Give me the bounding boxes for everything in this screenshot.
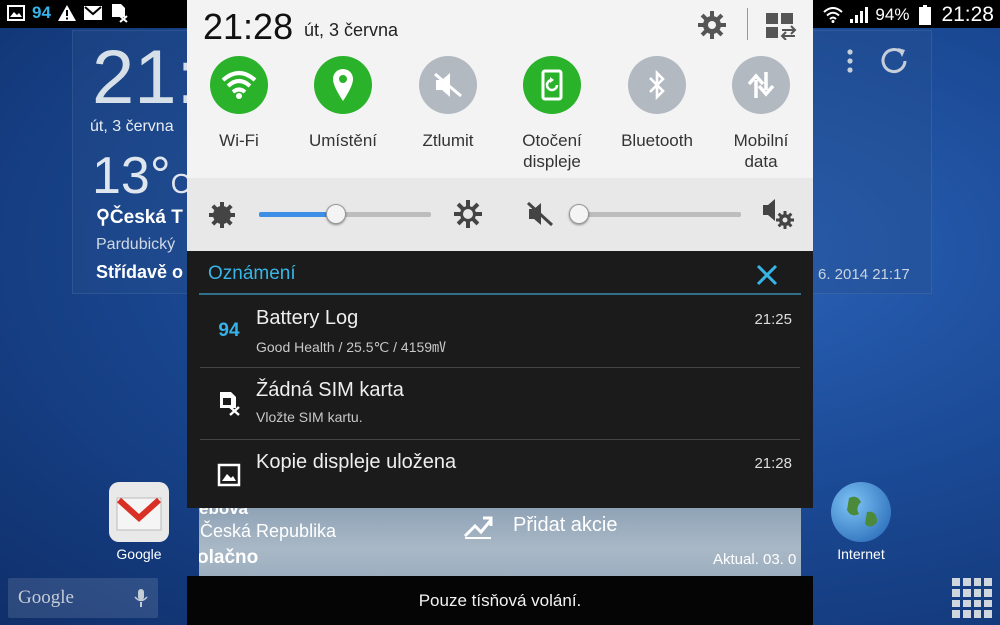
notification-title: Kopie displeje uložena: [256, 451, 457, 473]
panel-date: út, 3 června: [304, 20, 399, 40]
bluetooth-icon: [628, 56, 686, 114]
mic-icon[interactable]: [134, 588, 148, 608]
stocks-trend-icon: [463, 512, 493, 545]
brightness-low-icon: [207, 200, 237, 235]
rotate-icon: [523, 56, 581, 114]
panel-time: 21:28: [203, 6, 294, 47]
google-search-label: Google: [18, 587, 74, 608]
quick-settings: 21:28 út, 3 června Wi-Fi Umístění Ztlumi…: [187, 0, 813, 178]
notification-subtitle: Good Health / 25.5℃ / 4159㎷: [256, 339, 447, 355]
globe-icon: [831, 482, 891, 542]
notification-time: 21:28: [754, 455, 792, 472]
notifications-title: Oznámení: [208, 263, 296, 284]
volume-track: [569, 212, 741, 217]
volume-muted-icon: [525, 200, 555, 233]
clear-notifications-icon[interactable]: [755, 263, 779, 292]
battery-log-icon: 94: [214, 317, 244, 345]
brightness-knob[interactable]: [326, 204, 346, 224]
battery-log-icon-text: 94: [218, 320, 240, 341]
app-google[interactable]: Google: [99, 482, 179, 562]
notification-separator: [200, 367, 800, 368]
notification-title: Battery Log: [256, 307, 359, 329]
brightness-fill: [259, 212, 336, 217]
toggle-mute-label: Ztlumit: [422, 131, 474, 150]
no-sim-icon: [109, 3, 129, 23]
widget-menu-icon[interactable]: [846, 48, 854, 74]
wifi-icon: [210, 56, 268, 114]
notifications-section: Oznámení 94 Battery Log Good Health / 25…: [187, 251, 813, 508]
mute-icon: [419, 56, 477, 114]
weather-stocks-widget[interactable]: ebová Česká Republika olačno Přidat akci…: [199, 508, 801, 576]
screenshot-saved-icon: [214, 461, 244, 489]
notification-panel: 21:28 út, 3 června Wi-Fi Umístění Ztlumi…: [187, 0, 813, 625]
widget-location: ⚲Česká T: [96, 206, 183, 229]
notification-battery-log[interactable]: 94 Battery Log Good Health / 25.5℃ / 415…: [200, 297, 800, 369]
widget-clock: 21:: [92, 35, 198, 120]
status-time: 21:28: [941, 3, 994, 26]
toggle-wifi[interactable]: Wi-Fi: [187, 56, 291, 151]
brightness-high-icon: [453, 199, 483, 234]
warning-icon: [57, 3, 77, 23]
widget-country: Česká Republika: [200, 521, 337, 541]
volume-knob[interactable]: [569, 204, 589, 224]
toggle-rotation[interactable]: Otočení displeje: [500, 56, 604, 172]
toggle-mobile-data[interactable]: Mobilní data: [709, 56, 813, 172]
sliders-row: [187, 178, 813, 251]
signal-icon: [849, 5, 869, 25]
screenshot-icon: [6, 3, 26, 23]
header-divider: [747, 8, 748, 40]
refresh-icon[interactable]: [878, 44, 910, 81]
status-right: 94% 21:28: [797, 3, 994, 27]
toggle-bluetooth-label: Bluetooth: [621, 131, 693, 150]
wifi-status-icon: [823, 5, 844, 25]
widget-region: Pardubický: [96, 236, 176, 253]
notification-no-sim[interactable]: Žádná SIM karta Vložte SIM kartu.: [200, 369, 800, 441]
status-left: 94: [6, 3, 129, 23]
widget-location-label: Česká T: [109, 207, 183, 228]
toggle-wifi-label: Wi-Fi: [219, 131, 259, 150]
notification-title: Žádná SIM karta: [256, 379, 404, 401]
widget-updated-partial: Aktual. 03. 0: [713, 551, 797, 568]
toggle-rotation-label: Otočení displeje: [522, 131, 582, 171]
widget-condition: Střídavě o: [96, 262, 184, 282]
location-pin-icon: ⚲: [96, 207, 110, 228]
toggle-location[interactable]: Umístění: [291, 56, 395, 151]
volume-slider[interactable]: [569, 204, 741, 224]
battery-icon: [915, 5, 935, 25]
brightness-slider[interactable]: [259, 204, 431, 224]
notification-screenshot[interactable]: Kopie displeje uložena 21:28: [200, 441, 800, 513]
emergency-calls-text: Pouze tísňová volání.: [418, 591, 582, 610]
no-sim-card-icon: [214, 389, 244, 417]
gmail-icon: [109, 482, 169, 542]
battery-percent: 94%: [875, 5, 910, 24]
widget-updated: 6. 2014 21:17: [818, 266, 910, 283]
notification-time: 21:25: [754, 311, 792, 328]
battery-log-badge: 94: [32, 3, 51, 22]
add-stocks-button[interactable]: Přidat akcie: [513, 514, 618, 537]
toggle-mute[interactable]: Ztlumit: [396, 56, 500, 151]
emergency-calls-bar: Pouze tísňová volání.: [187, 576, 813, 625]
settings-gear-icon[interactable]: [697, 10, 727, 45]
sound-settings-icon[interactable]: [761, 196, 797, 237]
widget-temperature: 13°C: [92, 146, 191, 206]
app-google-label: Google: [116, 546, 162, 562]
app-internet-label: Internet: [837, 546, 885, 562]
location-icon: [314, 56, 372, 114]
edit-toggles-icon[interactable]: [765, 12, 797, 45]
notification-separator: [200, 439, 800, 440]
app-internet[interactable]: Internet: [821, 482, 901, 562]
notification-subtitle: Vložte SIM kartu.: [256, 409, 363, 425]
widget-city-partial: ebová: [199, 508, 249, 518]
widget-weather-condition: olačno: [199, 547, 259, 568]
toggle-location-label: Umístění: [308, 131, 378, 150]
widget-temperature-value: 13°: [92, 147, 171, 205]
google-search-bar[interactable]: Google: [8, 578, 158, 618]
toggle-bluetooth[interactable]: Bluetooth: [605, 56, 709, 151]
notifications-divider: [199, 293, 801, 295]
widget-date: út, 3 června: [90, 118, 174, 135]
apps-drawer-icon[interactable]: [952, 578, 992, 618]
mobile-data-icon: [732, 56, 790, 114]
mail-icon: [83, 3, 103, 23]
toggle-mobile-data-label: Mobilní data: [733, 131, 789, 171]
